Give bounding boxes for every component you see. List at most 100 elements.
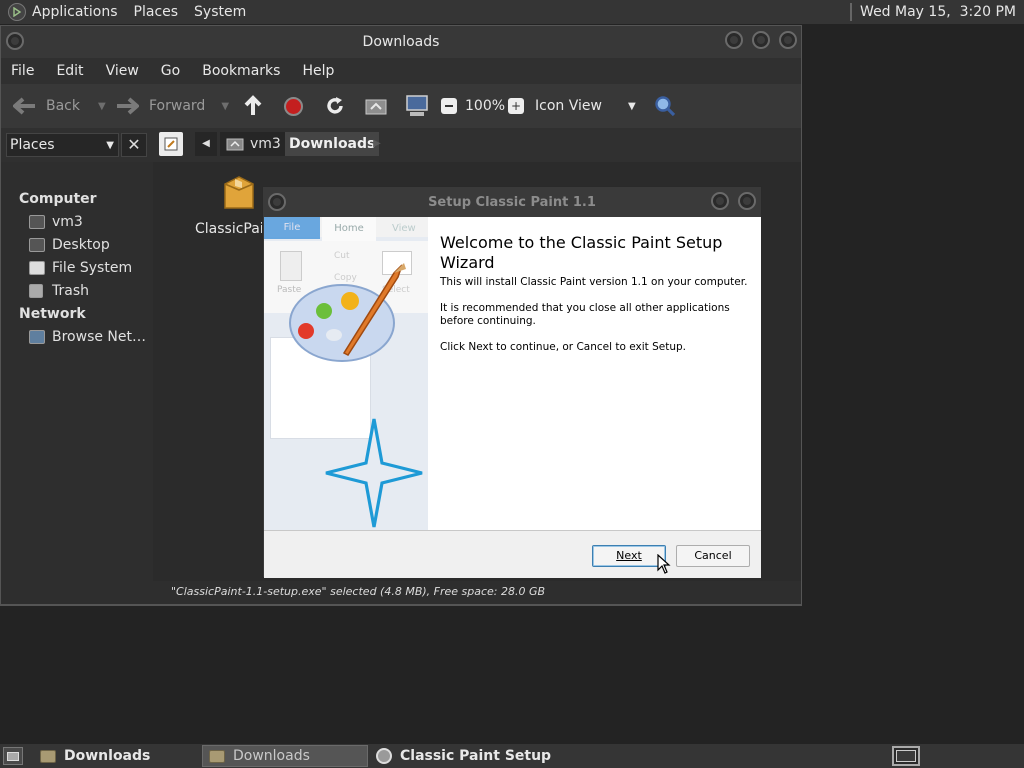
- sidebar-item-desktop[interactable]: Desktop: [29, 237, 110, 253]
- wizard-text-instructions: Click Next to continue, or Cancel to exi…: [440, 341, 686, 353]
- text-location-toggle[interactable]: [159, 132, 183, 156]
- close-button[interactable]: [779, 31, 797, 49]
- minimize-button[interactable]: [711, 192, 729, 210]
- window-menu-icon[interactable]: [268, 193, 286, 211]
- back-button[interactable]: Back ▼: [13, 84, 106, 128]
- menu-edit[interactable]: Edit: [46, 63, 93, 79]
- next-button[interactable]: Next: [592, 545, 666, 567]
- panel-separator: [850, 3, 853, 21]
- computer-icon: [406, 95, 428, 116]
- edit-location-icon: [164, 137, 178, 151]
- path-forward-button[interactable]: ▶: [367, 132, 387, 156]
- workspace-1[interactable]: [896, 750, 916, 762]
- status-bar: "ClassicPaint-1.1-setup.exe" selected (4…: [153, 581, 801, 603]
- menu-view[interactable]: View: [96, 63, 149, 79]
- view-mode-chevron-icon: ▼: [627, 100, 636, 112]
- back-arrow-icon: [13, 97, 35, 115]
- setup-body: File Home View Paste Cut Copy Select Wel…: [264, 217, 761, 578]
- forward-button[interactable]: Forward ▼: [117, 84, 229, 128]
- setup-title: Setup Classic Paint 1.1: [428, 195, 596, 210]
- taskbar-item-downloads-2[interactable]: Downloads: [202, 745, 368, 767]
- trash-icon: [29, 284, 43, 298]
- zoom-in-icon: +: [508, 98, 524, 114]
- top-panel: Applications Places System Wed May 15, 3…: [0, 0, 1024, 24]
- show-desktop-button[interactable]: [3, 747, 23, 765]
- system-menu[interactable]: System: [186, 0, 254, 24]
- forward-history-chevron-icon[interactable]: ▼: [221, 101, 229, 112]
- taskbar-item-classic-paint-setup[interactable]: Classic Paint Setup: [374, 744, 574, 768]
- view-mode-combo[interactable]: Icon View ▼: [535, 84, 636, 128]
- zoom-level[interactable]: 100%: [465, 84, 505, 128]
- setup-app-icon: [376, 748, 392, 764]
- reload-icon: [327, 97, 343, 114]
- taskbar-item-downloads-1[interactable]: Downloads: [32, 744, 200, 768]
- task-label: Downloads: [64, 748, 151, 764]
- menu-bookmarks[interactable]: Bookmarks: [192, 63, 290, 79]
- stop-icon: [284, 96, 303, 116]
- path-segment-vm3[interactable]: vm3: [220, 132, 287, 156]
- wizard-text-install: This will install Classic Paint version …: [440, 276, 748, 288]
- task-label: Downloads: [233, 748, 310, 764]
- close-sidebar-button[interactable]: ✕: [121, 133, 147, 157]
- clock[interactable]: Wed May 15, 3:20 PM: [860, 4, 1016, 20]
- search-button[interactable]: [654, 84, 676, 128]
- forward-label: Forward: [149, 98, 206, 114]
- view-mode-label: Icon View: [535, 98, 602, 114]
- wizard-side-image: File Home View Paste Cut Copy Select: [264, 217, 428, 530]
- up-arrow-icon: [244, 95, 262, 115]
- package-icon: [224, 176, 254, 209]
- zoom-out-button[interactable]: [441, 84, 457, 128]
- maximize-button[interactable]: [752, 31, 770, 49]
- location-bar: Places ▼ ✕ ◀ vm3 Downloads ▶: [1, 128, 801, 162]
- ribbon-tab-file: File: [264, 217, 320, 239]
- path-back-button[interactable]: ◀: [195, 132, 217, 156]
- folder-icon: [209, 749, 225, 763]
- menubar: File Edit View Go Bookmarks Help: [1, 58, 801, 84]
- desktop-folder-icon: [29, 238, 45, 252]
- computer-button[interactable]: [405, 84, 429, 128]
- zoom-in-button[interactable]: +: [508, 84, 524, 128]
- minimize-button[interactable]: [725, 31, 743, 49]
- mouse-pointer-icon: [657, 554, 671, 574]
- back-label: Back: [46, 98, 80, 114]
- menu-help[interactable]: Help: [292, 63, 344, 79]
- menu-file[interactable]: File: [1, 63, 44, 79]
- close-button[interactable]: [738, 192, 756, 210]
- applications-menu[interactable]: Applications: [30, 0, 126, 24]
- setup-titlebar[interactable]: Setup Classic Paint 1.1: [263, 187, 761, 217]
- folder-icon: [40, 749, 56, 763]
- toolbar: Back ▼ Forward ▼ 100% + Icon View ▼: [1, 84, 801, 128]
- paint-palette-icon: [289, 263, 406, 362]
- places-menu[interactable]: Places: [126, 0, 187, 24]
- places-sidebar: Computer vm3 Desktop File System Trash N…: [1, 162, 153, 603]
- sidebar-item-file-system[interactable]: File System: [29, 260, 132, 276]
- desktop-icon: [7, 751, 19, 761]
- ribbon-tab-home: Home: [322, 217, 376, 241]
- sidebar-item-vm3[interactable]: vm3: [29, 214, 83, 230]
- back-history-chevron-icon[interactable]: ▼: [98, 101, 106, 112]
- home-button[interactable]: [365, 84, 387, 128]
- sparkle-star-icon: [325, 418, 423, 528]
- path-segment-downloads[interactable]: Downloads: [285, 132, 380, 156]
- cancel-button[interactable]: Cancel: [676, 545, 750, 567]
- setup-window: Setup Classic Paint 1.1 File Home View P…: [262, 186, 762, 578]
- window-menu-icon[interactable]: [6, 32, 24, 50]
- next-button-label: Next: [616, 549, 642, 562]
- home-folder-icon: [29, 215, 45, 229]
- sidebar-item-trash[interactable]: Trash: [29, 283, 89, 299]
- places-combo[interactable]: Places ▼: [6, 133, 119, 157]
- gnome-foot-icon[interactable]: [8, 3, 26, 21]
- menu-go[interactable]: Go: [151, 63, 190, 79]
- up-button[interactable]: [243, 84, 263, 128]
- window-titlebar[interactable]: Downloads: [1, 26, 801, 58]
- sidebar-item-browse-network[interactable]: Browse Net…: [29, 329, 146, 345]
- network-icon: [29, 330, 45, 344]
- wizard-heading: Welcome to the Classic Paint Setup Wizar…: [440, 233, 723, 272]
- stop-button[interactable]: [284, 84, 303, 128]
- task-label: Classic Paint Setup: [400, 748, 552, 764]
- file-name: ClassicPain: [195, 221, 273, 237]
- workspace-switcher[interactable]: [892, 746, 920, 766]
- search-icon: [655, 96, 676, 117]
- sidebar-heading-computer: Computer: [19, 191, 97, 207]
- reload-button[interactable]: [325, 84, 345, 128]
